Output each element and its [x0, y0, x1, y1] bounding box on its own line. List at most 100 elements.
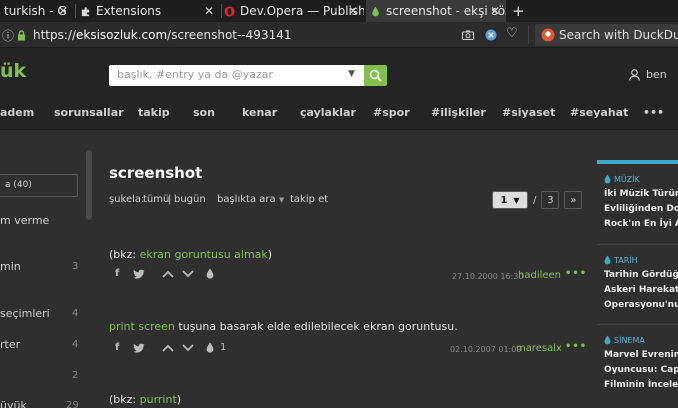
- sidebar-item[interactable]: rter: [0, 338, 20, 351]
- sukela-separator: |: [168, 194, 172, 205]
- tab-extensions[interactable]: Extensions ✕: [80, 0, 220, 22]
- site-search-button[interactable]: [364, 65, 387, 86]
- right-card-category[interactable]: SİNEMA: [604, 335, 645, 345]
- twitter-icon[interactable]: [133, 343, 145, 353]
- entry-date[interactable]: 27.10.2000 16:30: [452, 272, 523, 281]
- right-card-category-label: MÜZİK: [614, 174, 640, 184]
- follow-button[interactable]: takip et: [290, 194, 328, 205]
- nav-item[interactable]: takip: [138, 106, 170, 119]
- nav-item[interactable]: sorunsallar: [54, 106, 124, 119]
- downvote-icon[interactable]: [182, 269, 194, 278]
- sidebar-item-count: 2: [72, 370, 79, 381]
- facebook-icon[interactable]: f: [115, 342, 133, 353]
- puzzle-icon: [81, 6, 90, 16]
- right-card-title[interactable]: Tarihin Gördüğü Askeri Harekat: E Operas…: [604, 268, 678, 313]
- nav-item[interactable]: #spor: [373, 106, 410, 119]
- tab-turkish[interactable]: turkish - G ✕: [0, 0, 74, 22]
- sukela-today-link[interactable]: bugün: [174, 194, 206, 205]
- entry-text: ): [176, 393, 182, 406]
- sidebar-item-count: 29: [66, 400, 79, 408]
- chevron-down-icon[interactable]: ▼: [348, 69, 355, 79]
- page-next-button[interactable]: »: [564, 191, 583, 209]
- entry-link[interactable]: purrint: [140, 393, 177, 406]
- nav-item[interactable]: #siyaset: [502, 106, 555, 119]
- toolbar-divider: [528, 26, 529, 44]
- pager: 1 ▼ / 3 »: [492, 191, 583, 209]
- sidebar-item[interactable]: min: [0, 260, 21, 273]
- close-icon[interactable]: ✕: [204, 4, 214, 18]
- page-current: 1: [500, 194, 508, 206]
- lock-icon: [18, 30, 25, 41]
- search-in-topic-label: başlıkta ara: [217, 194, 276, 205]
- entry-more-icon[interactable]: •••: [565, 268, 587, 279]
- entry-link[interactable]: ekran goruntusu almak: [140, 248, 268, 261]
- entry-more-icon[interactable]: •••: [565, 341, 587, 352]
- sidebar-item[interactable]: seçimleri: [0, 307, 50, 320]
- favorite-count: 1: [220, 342, 227, 353]
- browser-search-input[interactable]: Search with DuckDu: [535, 24, 678, 46]
- nav-item[interactable]: #ilişkiler: [431, 106, 486, 119]
- sidebar-item[interactable]: üyük: [0, 399, 27, 408]
- bookmark-heart-icon[interactable]: ♡: [506, 26, 518, 41]
- right-card-line: Filminin İncelem: [604, 380, 678, 390]
- twitter-icon[interactable]: [133, 269, 145, 279]
- nav-item[interactable]: son: [193, 106, 215, 119]
- entry-link[interactable]: print screen: [109, 320, 175, 333]
- page-last-button[interactable]: 3: [541, 191, 560, 209]
- sidebar-item[interactable]: m verme: [0, 214, 49, 227]
- entry-author[interactable]: hadileen: [518, 270, 561, 281]
- chevron-down-icon: ▼: [513, 195, 520, 205]
- upvote-icon[interactable]: [162, 270, 174, 278]
- sidebar-filter-button[interactable]: a (40): [0, 174, 78, 197]
- user-name: ben: [646, 68, 667, 81]
- browser-tab-strip: turkish - G ✕ Extensions ✕ Dev.Opera — P…: [0, 0, 678, 22]
- tab-dev-opera[interactable]: Dev.Opera — Publish ✕: [224, 0, 364, 22]
- new-tab-button[interactable]: +: [512, 0, 528, 22]
- site-search-input[interactable]: başlık, #entry ya da @yazar ▼: [109, 65, 364, 86]
- sukela-all-link[interactable]: tümü: [143, 194, 169, 205]
- search-placeholder: Search with DuckDu: [559, 28, 678, 42]
- right-card-category-label: SİNEMA: [614, 335, 645, 345]
- user-menu[interactable]: ben: [629, 68, 667, 81]
- favorite-drop-icon[interactable]: [206, 342, 214, 353]
- right-card-title[interactable]: Marvel Evreninin Oyuncusu: Capta Filmini…: [604, 348, 678, 393]
- favorite-drop-icon[interactable]: [206, 268, 214, 279]
- page-separator: /: [533, 194, 537, 206]
- screenshot-icon[interactable]: [462, 30, 474, 40]
- entry-text: tuşuna basarak elde edilebilecek ekran g…: [174, 320, 458, 333]
- site-logo[interactable]: ük: [0, 60, 26, 82]
- entry-toolbar: f: [115, 268, 220, 279]
- downvote-icon[interactable]: [182, 343, 194, 352]
- page-title[interactable]: screenshot: [109, 164, 202, 182]
- right-accent-bar: [597, 160, 678, 164]
- page-select[interactable]: 1 ▼: [492, 191, 528, 209]
- right-card-title[interactable]: İki Müzik Türünü Evliliğinden Doğa Rock'…: [604, 187, 678, 232]
- nav-item[interactable]: kenar: [242, 106, 277, 119]
- url-scheme: https://: [33, 28, 77, 42]
- privacy-badger-icon[interactable]: [485, 29, 497, 41]
- entry-author[interactable]: maresalx: [516, 343, 562, 354]
- url-bar[interactable]: https://eksisozluk.com/screenshot--49314…: [33, 28, 291, 42]
- nav-item[interactable]: #seyahat: [570, 106, 628, 119]
- close-icon[interactable]: ✕: [490, 4, 500, 18]
- sukela-label: şukela:: [109, 194, 145, 205]
- close-icon[interactable]: ✕: [58, 4, 68, 18]
- nav-more-button[interactable]: •••: [643, 106, 664, 119]
- nav-item[interactable]: adem: [0, 106, 34, 119]
- page-info-icon[interactable]: ⓘ: [2, 27, 14, 44]
- tab-screenshot[interactable]: screenshot - ekşi sözl ✕: [366, 0, 506, 22]
- right-card-category[interactable]: TARİH: [604, 255, 638, 265]
- chevron-down-icon: ▼: [278, 196, 285, 204]
- facebook-icon[interactable]: f: [115, 268, 133, 279]
- right-card-line: Evliliğinden Doğa: [604, 204, 678, 214]
- right-card-category[interactable]: MÜZİK: [604, 174, 640, 184]
- entry-text: (bkz:: [109, 393, 140, 406]
- sidebar-item-count: 4: [72, 339, 79, 350]
- entry-date[interactable]: 02.10.2007 01:09: [450, 345, 521, 354]
- search-in-topic-button[interactable]: başlıkta ara ▼: [217, 194, 284, 205]
- sidebar-scrollbar[interactable]: [86, 150, 92, 220]
- close-icon[interactable]: ✕: [348, 4, 358, 18]
- nav-item[interactable]: çaylaklar: [300, 106, 356, 119]
- upvote-icon[interactable]: [162, 344, 174, 352]
- drop-icon: [372, 6, 379, 16]
